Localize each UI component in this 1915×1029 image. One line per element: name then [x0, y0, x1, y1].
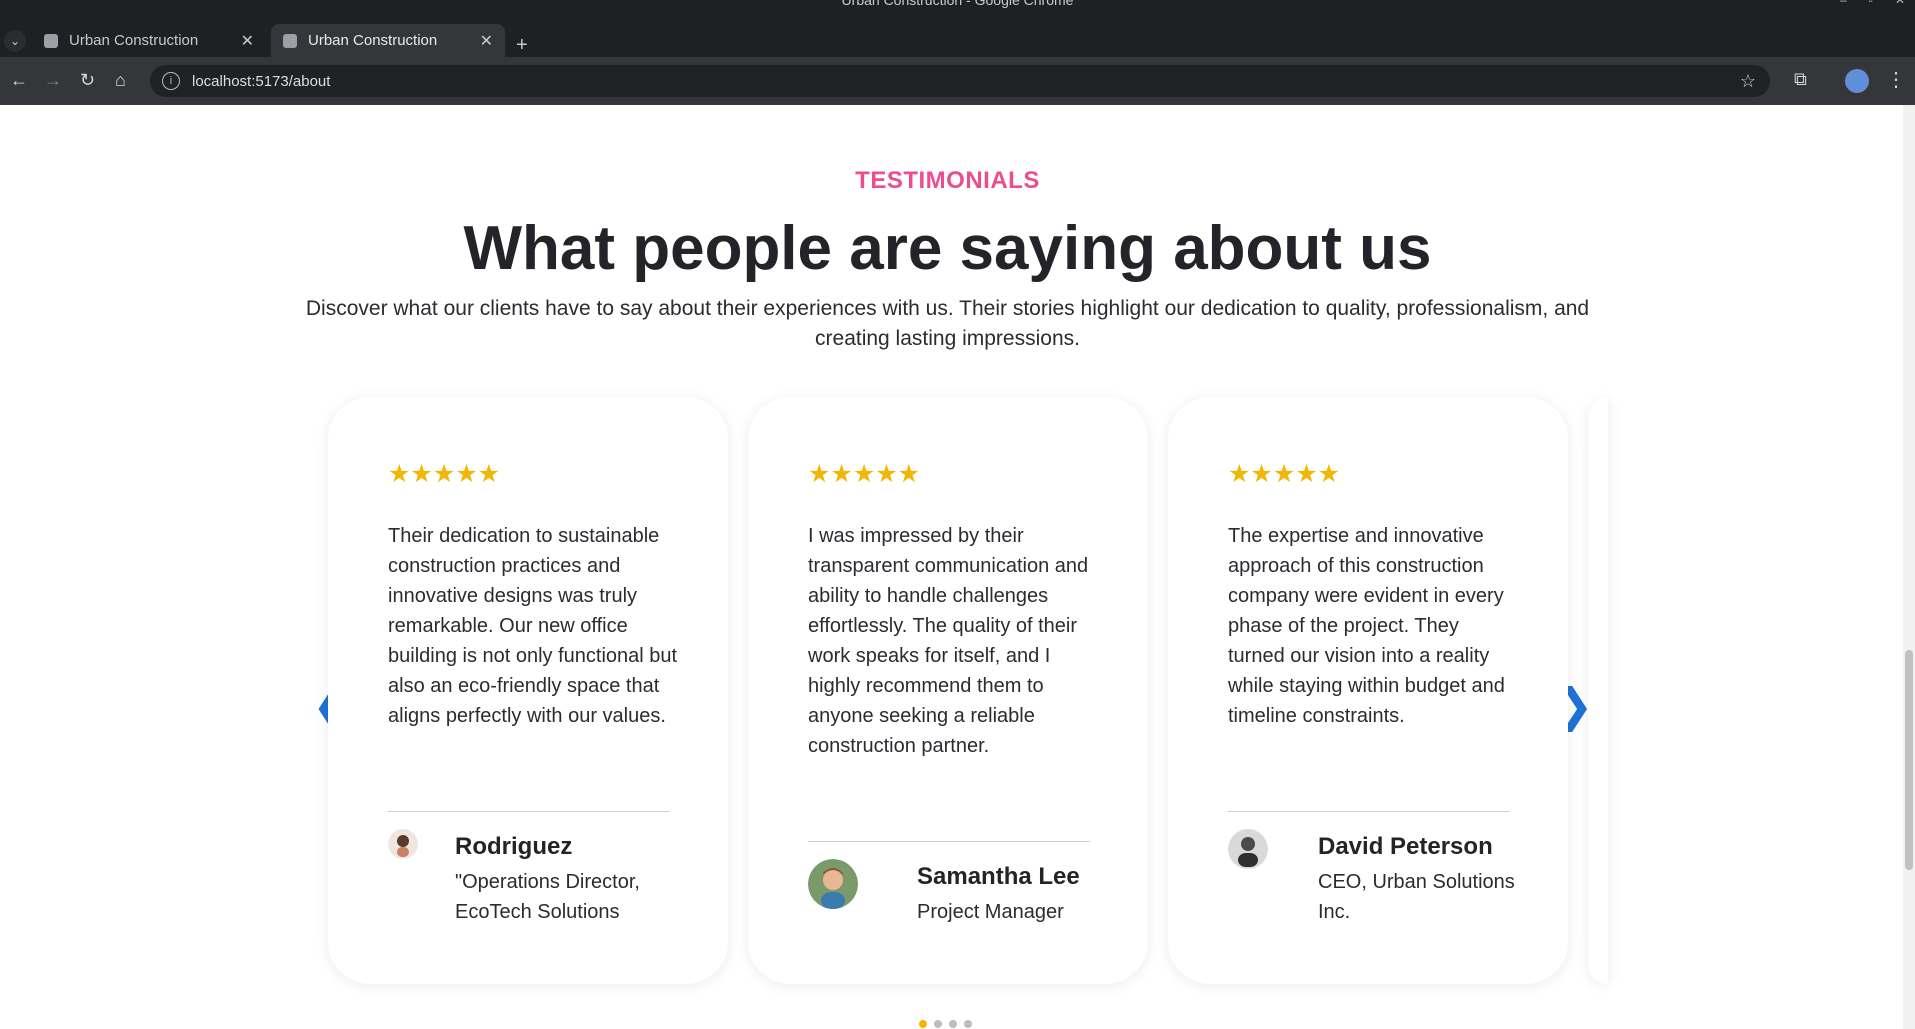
home-icon[interactable]: ⌂	[115, 70, 126, 91]
avatar	[388, 829, 418, 859]
bookmark-star-icon[interactable]: ☆	[1740, 71, 1756, 92]
site-info-icon[interactable]: i	[162, 72, 180, 90]
reviewer-role: "Operations Director, EcoTech Solutions	[455, 871, 640, 923]
more-menu-icon[interactable]: ⋮	[1886, 67, 1906, 92]
rating-stars-icon: ★★★★★	[388, 460, 501, 488]
rating-stars-icon: ★★★★★	[808, 460, 921, 488]
favicon-icon	[283, 33, 297, 48]
card-divider	[388, 811, 670, 812]
new-tab-button[interactable]: +	[516, 34, 528, 57]
address-bar[interactable]: i localhost:5173/about ☆	[150, 65, 1770, 97]
testimonial-card-partial	[1588, 397, 1608, 984]
carousel-dot-3[interactable]	[949, 1020, 957, 1028]
tab-strip: ⌄ Urban Construction ✕ Urban Constructio…	[0, 18, 1915, 57]
tab-label: Urban Construction	[308, 32, 438, 49]
page-viewport: TESTIMONIALS What people are saying abou…	[0, 105, 1903, 1029]
reviewer-name: Samantha Lee	[917, 863, 1080, 890]
testimonial-quote: I was impressed by their transparent com…	[808, 525, 1089, 757]
profile-avatar[interactable]	[1845, 69, 1869, 93]
section-subtitle: Discover what our clients have to say ab…	[305, 297, 1590, 350]
card-divider	[1228, 811, 1510, 812]
tab-label: Urban Construction	[69, 32, 199, 49]
testimonial-card: ★★★★★ The expertise and innovative appro…	[1168, 397, 1568, 984]
extensions-icon[interactable]: ⧉	[1794, 69, 1807, 90]
back-arrow-icon[interactable]: ←	[10, 70, 28, 91]
browser-toolbar: ← → ↻ ⌂ i localhost:5173/about ☆ ⧉ ⋮	[0, 57, 1915, 105]
scrollbar-thumb[interactable]	[1905, 650, 1913, 870]
favicon-icon	[44, 33, 58, 48]
avatar	[1228, 829, 1268, 869]
url-text: localhost:5173/about	[192, 72, 331, 90]
page-scrollbar[interactable]	[1903, 105, 1915, 1029]
section-eyebrow: TESTIMONIALS	[855, 167, 1040, 194]
section-headline: What people are saying about us	[463, 214, 1432, 283]
avatar	[808, 859, 858, 909]
carousel-dot-1[interactable]	[919, 1020, 927, 1028]
reload-icon[interactable]: ↻	[80, 70, 95, 91]
testimonial-quote: The expertise and innovative approach of…	[1228, 525, 1505, 727]
tab-1[interactable]: Urban Construction ✕	[32, 24, 266, 57]
carousel-pagination	[919, 1020, 972, 1028]
close-tab-icon[interactable]: ✕	[241, 31, 254, 51]
close-tab-icon[interactable]: ✕	[480, 31, 493, 51]
tab-search-button[interactable]: ⌄	[4, 30, 26, 52]
rating-stars-icon: ★★★★★	[1228, 460, 1341, 488]
card-divider	[808, 841, 1090, 842]
carousel-dot-2[interactable]	[934, 1020, 942, 1028]
reviewer-name: Rodriguez	[455, 833, 573, 860]
reviewer-name: David Peterson	[1318, 833, 1493, 860]
testimonial-quote: Their dedication to sustainable construc…	[388, 525, 678, 727]
testimonial-card: ★★★★★ Their dedication to sustainable co…	[328, 397, 728, 984]
window-titlebar: Urban Construction - Google Chrome – ▫ ✕	[0, 0, 1915, 18]
reviewer-role: Project Manager	[917, 901, 1064, 923]
testimonial-card: ★★★★★ I was impressed by their transpare…	[748, 397, 1148, 984]
chevron-down-icon: ⌄	[9, 34, 21, 48]
tab-2-active[interactable]: Urban Construction ✕	[271, 24, 505, 57]
reviewer-role: CEO, Urban Solutions Inc.	[1318, 871, 1515, 923]
window-title: Urban Construction - Google Chrome	[841, 0, 1074, 8]
carousel-dot-4[interactable]	[964, 1020, 972, 1028]
forward-arrow-icon[interactable]: →	[44, 70, 62, 91]
